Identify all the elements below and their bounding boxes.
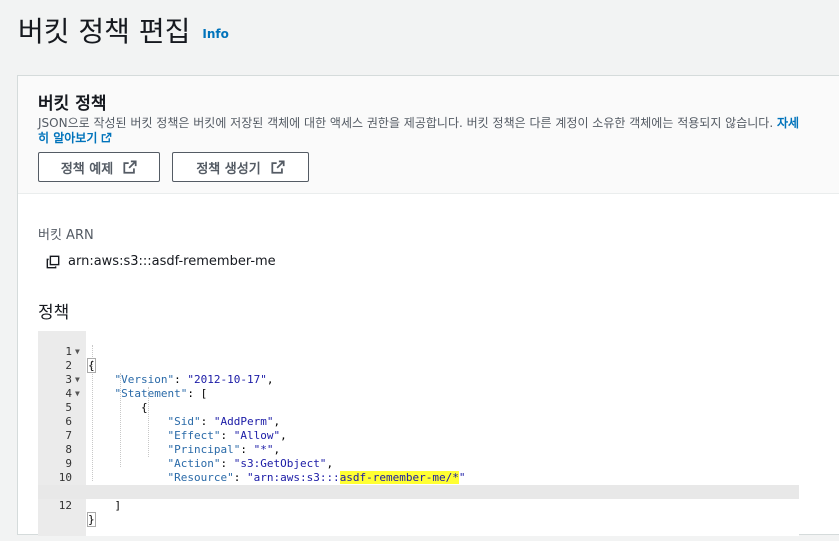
bucket-policy-panel: 버킷 정책 JSON으로 작성된 버킷 정책은 버킷에 저장된 객체에 대한 액… xyxy=(17,75,839,536)
code-line: 6 "Effect": "Allow", xyxy=(65,415,287,442)
code-line: 7 "Principal": "*", xyxy=(65,429,281,456)
code-line-active: 12 } xyxy=(38,485,799,527)
bucket-arn-value: arn:aws:s3:::asdf-remember-me xyxy=(68,254,276,269)
panel-header: 버킷 정책 JSON으로 작성된 버킷 정책은 버킷에 저장된 객체에 대한 액… xyxy=(18,76,839,194)
code-line: 10 } xyxy=(58,471,148,498)
external-link-icon xyxy=(271,160,285,174)
info-link[interactable]: Info xyxy=(202,27,228,41)
copy-icon[interactable] xyxy=(46,255,60,269)
page-title: 버킷 정책 편집 xyxy=(18,15,191,48)
code-line: 8 "Action": "s3:GetObject", xyxy=(65,443,334,470)
bucket-arn-row: arn:aws:s3:::asdf-remember-me xyxy=(46,254,276,269)
external-link-icon xyxy=(123,160,137,174)
code-line: 11 ] xyxy=(59,485,122,512)
section-description: JSON으로 작성된 버킷 정책은 버킷에 저장된 객체에 대한 액세스 권한을… xyxy=(38,116,808,146)
policy-examples-button[interactable]: 정책 예제 xyxy=(38,152,160,182)
page-header: 버킷 정책 편집 Info xyxy=(18,10,229,50)
code-line: 3 ▼ "Statement": [ xyxy=(65,373,208,400)
section-title: 버킷 정책 xyxy=(38,94,107,114)
external-link-icon xyxy=(102,132,112,143)
code-line: 4 ▼ { xyxy=(65,387,148,414)
policy-generator-label: 정책 생성기 xyxy=(196,161,261,177)
description-text: JSON으로 작성된 버킷 정책은 버킷에 저장된 객체에 대한 액세스 권한을… xyxy=(38,116,774,130)
policy-label: 정책 xyxy=(38,303,70,323)
policy-examples-label: 정책 예제 xyxy=(60,161,114,177)
policy-generator-button[interactable]: 정책 생성기 xyxy=(172,152,309,182)
code-line: 9 "Resource": "arn:aws:s3:::asdf-remembe… xyxy=(65,457,466,484)
bucket-arn-label: 버킷 ARN xyxy=(38,228,94,243)
code-line: 2 "Version": "2012-10-17", xyxy=(65,359,274,386)
code-line: 5 "Sid": "AddPerm", xyxy=(65,401,281,428)
code-line: 1 ▼ { xyxy=(65,345,96,373)
policy-code-editor[interactable]: 1 ▼ { 2 "Version": "2012-10-17", 3 ▼ "Stat… xyxy=(38,331,799,536)
